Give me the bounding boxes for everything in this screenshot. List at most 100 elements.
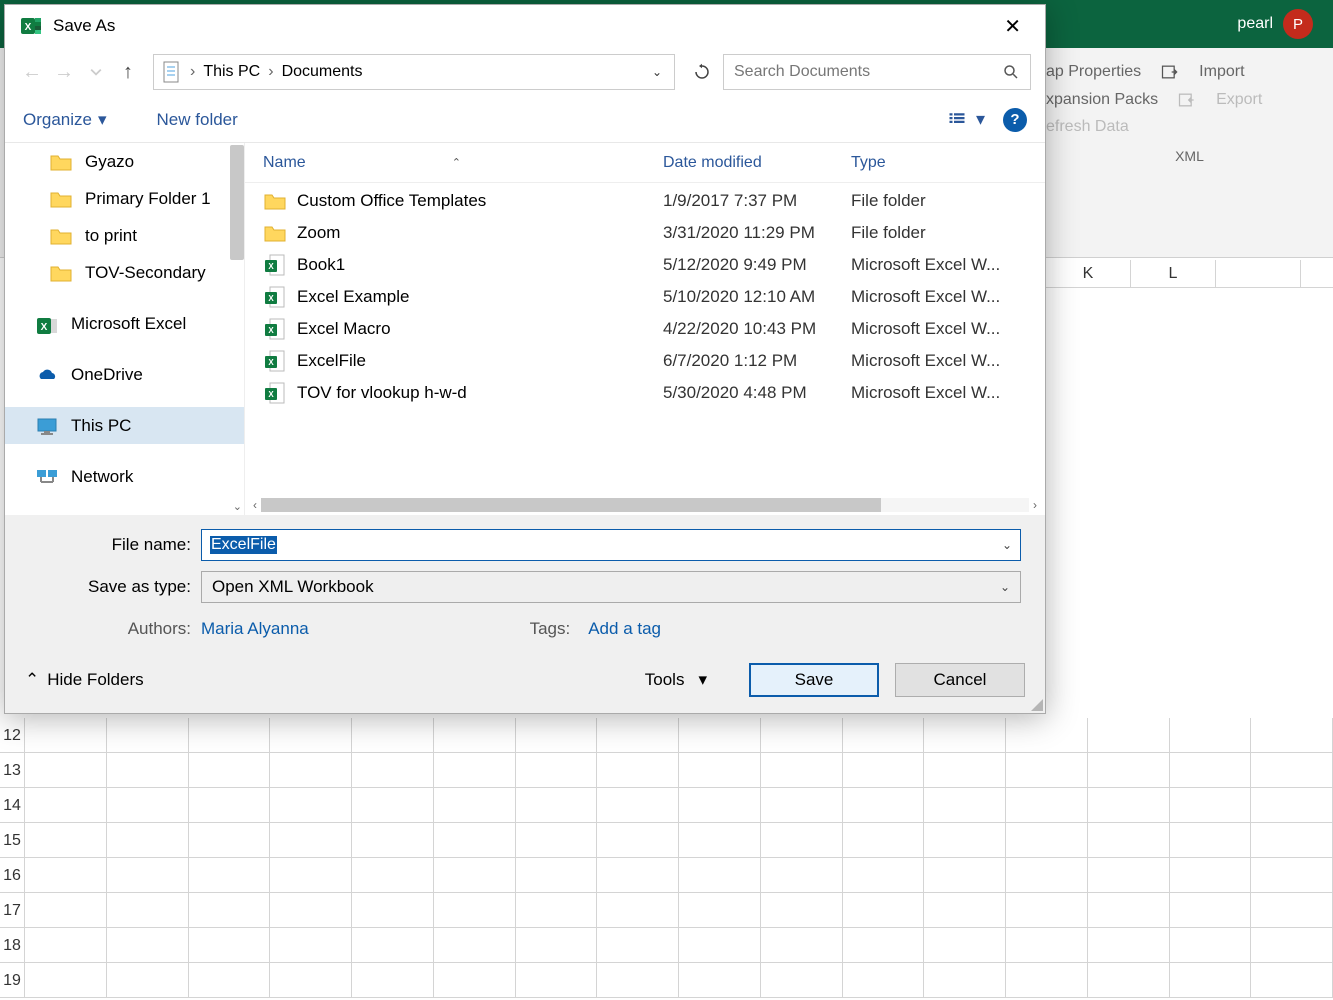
back-button[interactable]: ← [19,59,45,85]
svg-text:X: X [268,358,274,367]
excel-file-icon: X [263,381,287,405]
ribbon-item-map-properties[interactable]: ap Properties Import [1046,58,1333,86]
row-header[interactable]: 16 [0,858,25,893]
svg-text:X: X [268,326,274,335]
new-folder-button[interactable]: New folder [157,110,238,130]
save-as-dialog: X Save As ✕ ← → ↑ › This PC › Documents … [4,4,1046,714]
column-header[interactable]: K [1046,260,1131,287]
row-header[interactable]: 17 [0,893,25,928]
export-icon [1176,90,1198,110]
sidebar-item-microsoft-excel[interactable]: XMicrosoft Excel [5,305,244,342]
help-button[interactable]: ? [1003,108,1027,132]
chevron-down-icon: ▾ [698,670,707,690]
ribbon-item-refresh-data[interactable]: efresh Data [1046,114,1333,140]
column-header-type[interactable]: Type [851,154,886,172]
folder-icon [263,191,287,211]
sidebar-item-to-print[interactable]: to print [5,217,244,254]
button-row: ⌃ Hide Folders Tools ▾ Save Cancel [5,657,1045,713]
ribbon-group-label: XML [1046,140,1333,164]
user-name: pearl [1237,15,1273,33]
address-bar[interactable]: › This PC › Documents ⌄ [153,54,675,90]
file-name-label: File name: [29,535,201,555]
hide-folders-button[interactable]: ⌃ Hide Folders [25,670,144,690]
column-header[interactable]: L [1131,260,1216,287]
column-header[interactable] [1216,260,1301,287]
row-header[interactable]: 14 [0,788,25,823]
file-name-input[interactable]: ExcelFile ⌄ [201,529,1021,561]
file-row[interactable]: XBook15/12/2020 9:49 PMMicrosoft Excel W… [245,249,1045,281]
save-as-type-select[interactable]: Open XML Workbook ⌄ [201,571,1021,603]
sidebar-item-network[interactable]: Network [5,458,244,495]
breadcrumb-segment[interactable]: Documents [282,63,363,81]
excel-file-icon: X [263,285,287,309]
excel-icon: X [19,14,43,38]
chevron-up-icon: ⌃ [25,670,39,690]
chevron-right-icon: › [268,63,273,81]
sidebar-item-onedrive[interactable]: OneDrive [5,356,244,393]
search-icon [1002,63,1020,81]
file-row[interactable]: XExcelFile6/7/2020 1:12 PMMicrosoft Exce… [245,345,1045,377]
import-icon [1159,62,1181,82]
close-button[interactable]: ✕ [994,10,1031,43]
column-header-name[interactable]: Name⌃ [263,154,663,172]
navigation-pane[interactable]: GyazoPrimary Folder 1to printTOV-Seconda… [5,143,245,515]
ribbon-xml-group: ap Properties Import xpansion Packs Expo… [1046,48,1333,164]
dialog-title: Save As [53,16,115,36]
tags-value[interactable]: Add a tag [588,619,661,639]
svg-text:X: X [268,262,274,271]
sidebar-scrollbar[interactable]: ⌄ [226,143,244,515]
user-avatar: P [1283,9,1313,39]
view-menu[interactable]: ▾ [946,109,985,130]
sidebar-item-primary-folder-1[interactable]: Primary Folder 1 [5,180,244,217]
file-list[interactable]: Custom Office Templates1/9/2017 7:37 PMF… [245,183,1045,495]
column-headers: Name⌃ Date modified Type [245,143,1045,183]
file-row[interactable]: XExcel Macro4/22/2020 10:43 PMMicrosoft … [245,313,1045,345]
file-row[interactable]: XTOV for vlookup h-w-d5/30/2020 4:48 PMM… [245,377,1045,409]
chevron-down-icon: ⌄ [1000,580,1010,594]
column-header-date[interactable]: Date modified [663,154,851,172]
row-header[interactable]: 19 [0,963,25,998]
authors-label: Authors: [29,619,201,639]
resize-grip[interactable] [1029,697,1043,711]
account-button[interactable]: pearl P [1237,9,1313,39]
ribbon-item-expansion-packs[interactable]: xpansion Packs Export [1046,86,1333,114]
chevron-down-icon: ▾ [976,109,985,130]
file-row[interactable]: Custom Office Templates1/9/2017 7:37 PMF… [245,185,1045,217]
up-button[interactable]: ↑ [115,59,141,85]
sidebar-item-gyazo[interactable]: Gyazo [5,143,244,180]
file-row[interactable]: Zoom3/31/2020 11:29 PMFile folder [245,217,1045,249]
horizontal-scrollbar[interactable]: ‹ › [245,495,1045,515]
recent-dropdown[interactable] [83,59,109,85]
cancel-button[interactable]: Cancel [895,663,1025,697]
excel-file-icon: X [263,349,287,373]
forward-button[interactable]: → [51,59,77,85]
save-button[interactable]: Save [749,663,879,697]
form-area: File name: ExcelFile ⌄ Save as type: Ope… [5,515,1045,657]
sidebar-item-tov-secondary[interactable]: TOV-Secondary [5,254,244,291]
file-row[interactable]: XExcel Example5/10/2020 12:10 AMMicrosof… [245,281,1045,313]
excel-icon: X [35,314,59,334]
toolbar: Organize ▾ New folder ▾ ? [5,97,1045,143]
organize-menu[interactable]: Organize ▾ [23,110,107,130]
row-header[interactable]: 18 [0,928,25,963]
folder-icon [49,226,73,246]
chevron-down-icon[interactable]: ⌄ [1002,538,1012,552]
search-input[interactable]: Search Documents [723,54,1031,90]
save-as-type-label: Save as type: [29,577,201,597]
svg-text:X: X [268,294,274,303]
tools-menu[interactable]: Tools ▾ [645,670,707,690]
row-header[interactable]: 12 [0,718,25,753]
refresh-button[interactable] [687,54,717,90]
chevron-right-icon: › [190,63,195,81]
row-header[interactable]: 15 [0,823,25,858]
address-history-dropdown[interactable]: ⌄ [648,65,666,79]
sidebar-item-this-pc[interactable]: This PC [5,407,244,444]
onedrive-icon [35,365,59,385]
breadcrumb-segment[interactable]: This PC [203,63,260,81]
row-header[interactable]: 13 [0,753,25,788]
sort-ascending-icon: ⌃ [452,156,461,169]
folder-icon [263,223,287,243]
nav-toolbar: ← → ↑ › This PC › Documents ⌄ Search Doc… [5,47,1045,97]
authors-value[interactable]: Maria Alyanna [201,619,309,639]
content: GyazoPrimary Folder 1to printTOV-Seconda… [5,143,1045,515]
